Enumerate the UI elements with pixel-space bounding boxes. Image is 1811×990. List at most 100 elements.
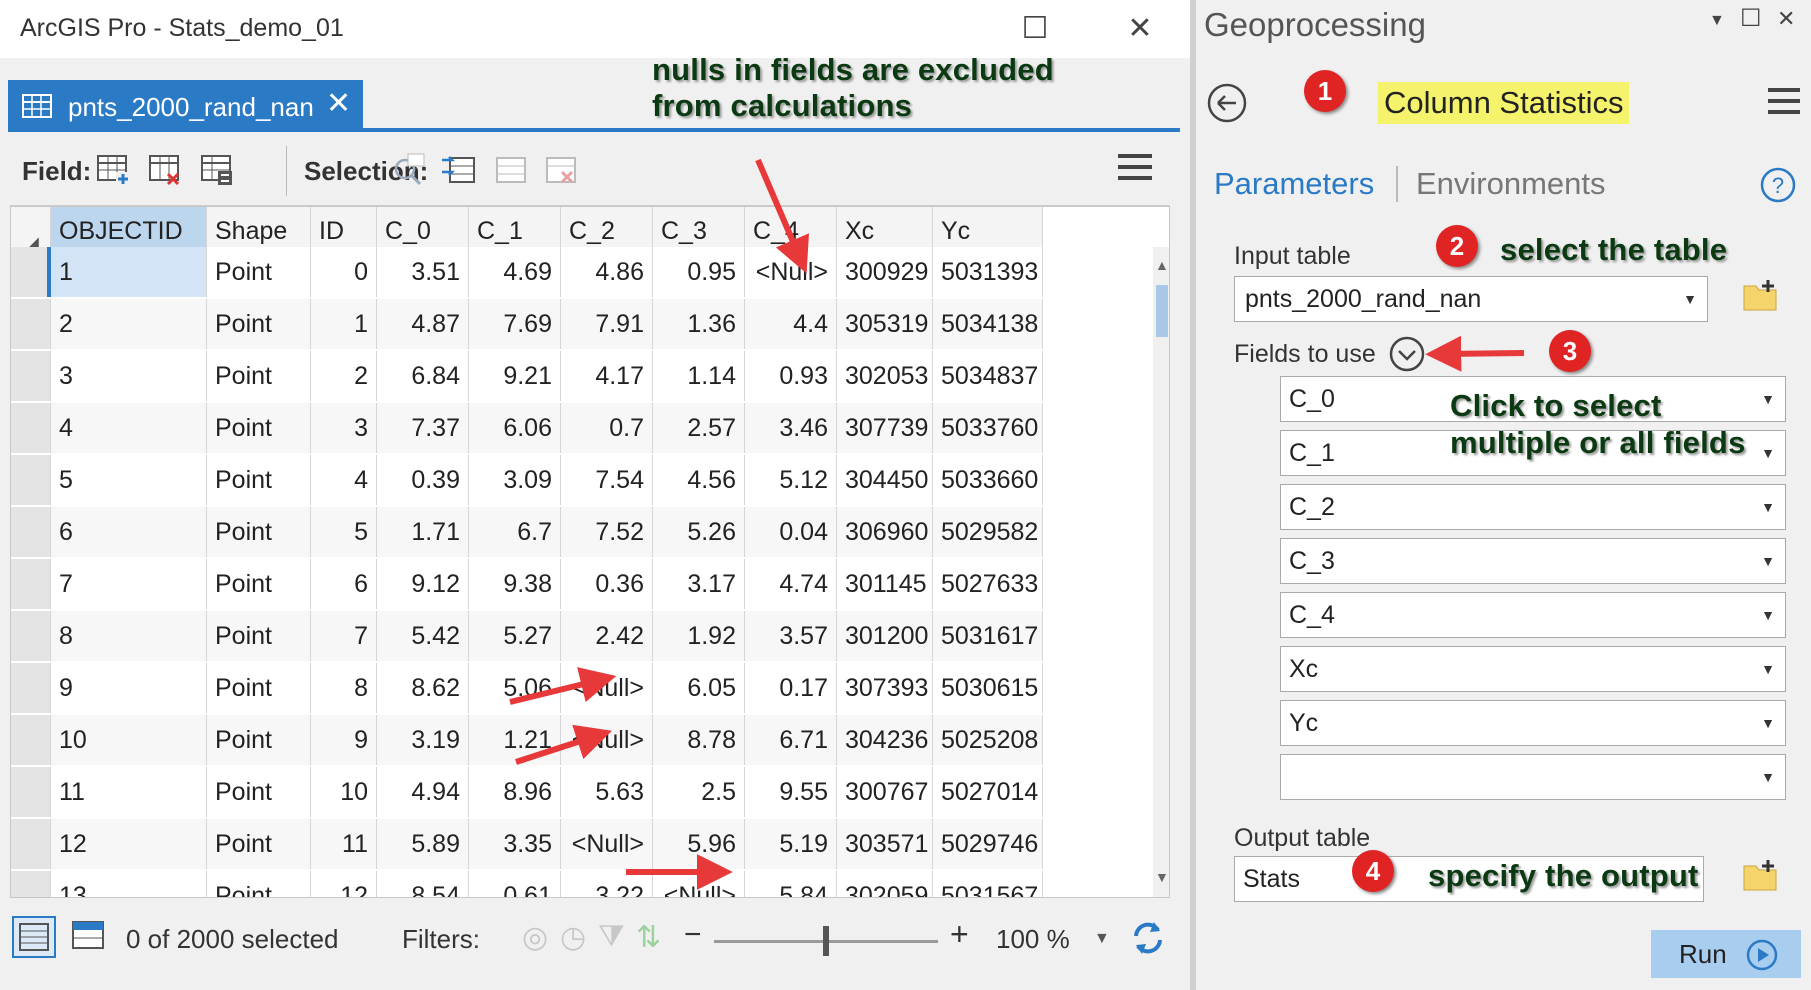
pane-close-icon[interactable]: ✕ <box>1777 6 1795 32</box>
cell-c2[interactable]: 5.63 <box>561 767 653 817</box>
row-selector[interactable] <box>11 299 51 349</box>
cell-yc[interactable]: 5030615 <box>933 663 1043 713</box>
cell-c3[interactable]: <Null> <box>653 871 745 897</box>
cell-yc[interactable]: 5029746 <box>933 819 1043 869</box>
cell-xc[interactable]: 304450 <box>837 455 933 505</box>
tool-menu-icon[interactable] <box>1768 86 1800 121</box>
cell-xc[interactable]: 305319 <box>837 299 933 349</box>
cell-c2[interactable]: 3.22 <box>561 871 653 897</box>
cell-c3[interactable]: 6.05 <box>653 663 745 713</box>
row-selector[interactable] <box>11 611 51 661</box>
row-selector[interactable] <box>11 819 51 869</box>
cell-c4[interactable]: 3.46 <box>745 403 837 453</box>
tab-environments[interactable]: Environments <box>1416 166 1606 202</box>
add-field-icon[interactable] <box>94 150 132 188</box>
scroll-up-icon[interactable]: ▲ <box>1155 257 1169 273</box>
cell-c0[interactable]: 3.51 <box>377 247 469 297</box>
cell-c3[interactable]: 5.26 <box>653 507 745 557</box>
cell-objectid[interactable]: 10 <box>51 715 207 765</box>
cell-id[interactable]: 9 <box>311 715 377 765</box>
cell-c0[interactable]: 0.39 <box>377 455 469 505</box>
cell-c4[interactable]: 4.4 <box>745 299 837 349</box>
cell-c3[interactable]: 2.5 <box>653 767 745 817</box>
cell-objectid[interactable]: 1 <box>51 247 207 297</box>
cell-c4[interactable]: 5.84 <box>745 871 837 897</box>
scrollbar-thumb[interactable] <box>1156 285 1168 337</box>
cell-yc[interactable]: 5027633 <box>933 559 1043 609</box>
cell-c4[interactable]: <Null> <box>745 247 837 297</box>
cell-shape[interactable]: Point <box>207 611 311 661</box>
cell-xc[interactable]: 300929 <box>837 247 933 297</box>
cell-id[interactable]: 12 <box>311 871 377 897</box>
show-all-records-button[interactable] <box>12 916 56 958</box>
cell-yc[interactable]: 5034138 <box>933 299 1043 349</box>
zoom-in-button[interactable]: + <box>950 916 969 953</box>
cell-id[interactable]: 1 <box>311 299 377 349</box>
cell-c2[interactable]: 7.54 <box>561 455 653 505</box>
cell-c4[interactable]: 0.17 <box>745 663 837 713</box>
cell-c1[interactable]: 5.06 <box>469 663 561 713</box>
row-selector[interactable] <box>11 351 51 401</box>
cell-xc[interactable]: 300767 <box>837 767 933 817</box>
zoom-dropdown-icon[interactable]: ▼ <box>1094 930 1110 948</box>
table-row[interactable]: 12 Point 11 5.89 3.35 <Null> 5.96 5.19 303571 502… <box>11 819 1043 869</box>
row-selector[interactable] <box>11 507 51 557</box>
cell-shape[interactable]: Point <box>207 767 311 817</box>
scroll-down-icon[interactable]: ▼ <box>1155 869 1169 885</box>
cell-yc[interactable]: 5027014 <box>933 767 1043 817</box>
table-options-menu-icon[interactable] <box>1118 152 1152 187</box>
row-selector[interactable] <box>11 715 51 765</box>
cell-objectid[interactable]: 3 <box>51 351 207 401</box>
cell-objectid[interactable]: 2 <box>51 299 207 349</box>
field-select[interactable]: Xc ▼ <box>1280 646 1786 692</box>
table-row[interactable]: 7 Point 6 9.12 9.38 0.36 3.17 4.74 301145 5027633 <box>11 559 1043 609</box>
cell-c1[interactable]: 6.06 <box>469 403 561 453</box>
cell-yc[interactable]: 5033660 <box>933 455 1043 505</box>
cell-shape[interactable]: Point <box>207 247 311 297</box>
row-selector[interactable] <box>11 247 51 297</box>
cell-c1[interactable]: 9.38 <box>469 559 561 609</box>
cell-xc[interactable]: 303571 <box>837 819 933 869</box>
cell-c3[interactable]: 1.92 <box>653 611 745 661</box>
cell-yc[interactable]: 5034837 <box>933 351 1043 401</box>
cell-id[interactable]: 10 <box>311 767 377 817</box>
cell-shape[interactable]: Point <box>207 351 311 401</box>
cell-xc[interactable]: 301145 <box>837 559 933 609</box>
field-select[interactable]: Yc ▼ <box>1280 700 1786 746</box>
cell-c2[interactable]: 2.42 <box>561 611 653 661</box>
cell-c0[interactable]: 7.37 <box>377 403 469 453</box>
cell-shape[interactable]: Point <box>207 403 311 453</box>
back-arrow-icon[interactable] <box>1206 82 1248 129</box>
table-row[interactable]: 11 Point 10 4.94 8.96 5.63 2.5 9.55 300767 502701… <box>11 767 1043 817</box>
cell-c2[interactable]: 7.91 <box>561 299 653 349</box>
table-row[interactable]: 1 Point 0 3.51 4.69 4.86 0.95 <Null> 300929 50313… <box>11 247 1043 297</box>
cell-c0[interactable]: 3.19 <box>377 715 469 765</box>
cell-c3[interactable]: 5.96 <box>653 819 745 869</box>
table-row[interactable]: 13 Point 12 8.54 0.61 3.22 <Null> 5.84 302059 503… <box>11 871 1043 897</box>
row-selector[interactable] <box>11 455 51 505</box>
cell-id[interactable]: 6 <box>311 559 377 609</box>
cell-id[interactable]: 3 <box>311 403 377 453</box>
calculate-field-icon[interactable] <box>198 150 236 188</box>
cell-xc[interactable]: 302059 <box>837 871 933 897</box>
cell-c4[interactable]: 6.71 <box>745 715 837 765</box>
cell-shape[interactable]: Point <box>207 871 311 897</box>
cell-objectid[interactable]: 9 <box>51 663 207 713</box>
close-window-button[interactable]: ✕ <box>1120 10 1160 48</box>
cell-c1[interactable]: 3.35 <box>469 819 561 869</box>
cell-shape[interactable]: Point <box>207 819 311 869</box>
delete-selected-icon[interactable] <box>542 150 580 188</box>
field-select[interactable]: C_3 ▼ <box>1280 538 1786 584</box>
query-filter-icon[interactable]: ⧩ <box>598 920 625 954</box>
cell-c0[interactable]: 5.89 <box>377 819 469 869</box>
cell-yc[interactable]: 5031617 <box>933 611 1043 661</box>
cell-c3[interactable]: 4.56 <box>653 455 745 505</box>
cell-objectid[interactable]: 11 <box>51 767 207 817</box>
table-row[interactable]: 3 Point 2 6.84 9.21 4.17 1.14 0.93 302053 5034837 <box>11 351 1043 401</box>
cell-shape[interactable]: Point <box>207 507 311 557</box>
table-row[interactable]: 4 Point 3 7.37 6.06 0.7 2.57 3.46 307739 5033760 <box>11 403 1043 453</box>
zoom-slider-handle[interactable] <box>823 926 829 956</box>
cell-c2[interactable]: 0.7 <box>561 403 653 453</box>
cell-yc[interactable]: 5033760 <box>933 403 1043 453</box>
cell-c3[interactable]: 1.14 <box>653 351 745 401</box>
